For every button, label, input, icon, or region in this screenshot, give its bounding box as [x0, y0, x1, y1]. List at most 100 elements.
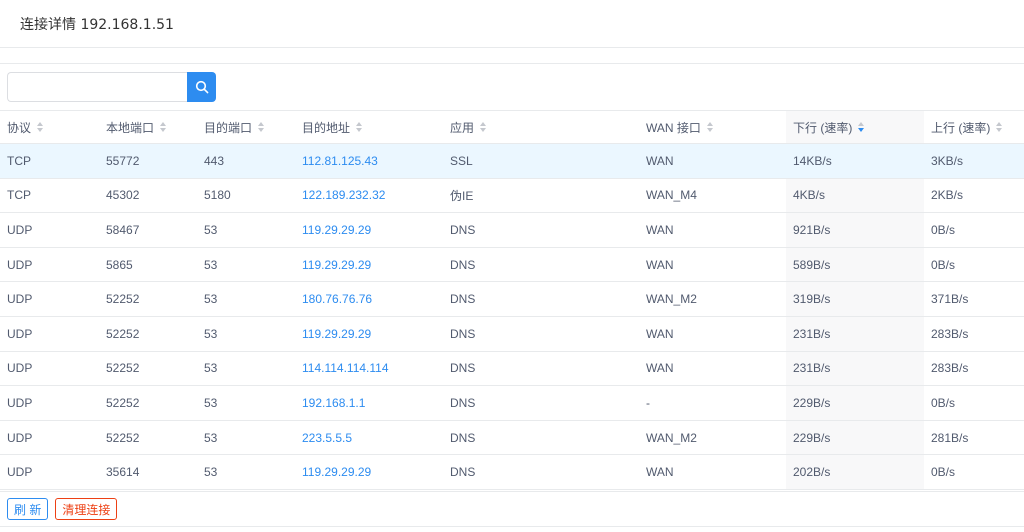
cell-application: DNS [450, 222, 476, 237]
cell-dest-address[interactable]: 192.168.1.1 [295, 386, 443, 420]
cell-dest-address[interactable]: 112.81.125.43 [295, 144, 443, 178]
cell-upload-rate: 0B/s [931, 465, 956, 480]
cell-upload-rate: 0B/s [931, 257, 956, 272]
column-header-download-rate[interactable]: 下行 (速率) [786, 111, 924, 143]
cell-dest-port: 5180 [204, 188, 231, 203]
cell-wan-interface: WAN [646, 465, 674, 480]
table-row[interactable]: UDP 58467 53 119.29.29.29 DNS WAN 921B/s 0B/s [0, 213, 1024, 248]
cell-wan-interface: WAN_M4 [646, 188, 697, 203]
cell-local-port: 45302 [106, 188, 140, 203]
cell-dest-port: 53 [204, 465, 218, 480]
cell-wan-interface: WAN [646, 257, 674, 272]
table-row[interactable]: UDP 52252 53 119.29.29.29 DNS WAN 231B/s 283B/s [0, 316, 1024, 352]
table-row[interactable]: TCP 45302 5180 122.189.232.32 伪IE WAN_M4 4KB/s… [0, 178, 1024, 214]
cell-download-rate: 202B/s [786, 455, 924, 489]
cell-dest-address[interactable]: 180.76.76.76 [295, 282, 443, 316]
cell-dest-address[interactable]: 114.114.114.114 [295, 352, 443, 386]
cell-upload-rate: 283B/s [931, 361, 969, 376]
search-bar [7, 72, 216, 102]
column-header-protocol[interactable]: 协议 [0, 111, 99, 143]
cell-upload-rate: 2KB/s [931, 188, 964, 203]
sort-icon[interactable] [160, 122, 167, 132]
sort-icon[interactable] [480, 122, 487, 132]
table-row[interactable]: UDP 52252 53 223.5.5.5 DNS WAN_M2 229B/s 281B/s [0, 420, 1024, 456]
cell-protocol: TCP [7, 153, 31, 168]
sort-icon-active[interactable] [858, 122, 865, 132]
table-row[interactable]: UDP 52252 53 180.76.76.76 DNS WAN_M2 319B/s 371… [0, 282, 1024, 317]
cell-download-rate: 319B/s [786, 282, 924, 316]
cell-download-rate: 231B/s [786, 351, 924, 386]
cell-protocol: UDP [7, 326, 33, 341]
sort-icon[interactable] [356, 122, 363, 132]
column-header-upload-rate[interactable]: 上行 (速率) [924, 111, 1024, 143]
clear-connections-button[interactable]: 清理连接 [55, 498, 118, 520]
table-row[interactable]: UDP 52252 53 192.168.1.1 DNS - 229B/s 0B/s [0, 386, 1024, 421]
sort-icon[interactable] [706, 122, 713, 132]
cell-wan-interface: WAN [646, 153, 674, 168]
column-header-application[interactable]: 应用 [443, 111, 639, 143]
sort-icon[interactable] [996, 122, 1003, 132]
cell-dest-address[interactable]: 223.5.5.5 [295, 421, 443, 455]
cell-protocol: UDP [7, 361, 33, 376]
cell-dest-address[interactable]: 119.29.29.29 [295, 248, 443, 282]
table-header: 协议 本地端口 目的端口 目的地址 应用 WAN 接口 下行 (速率) 上行 (… [0, 110, 1024, 144]
cell-local-port: 52252 [106, 395, 140, 410]
table-body: TCP 55772 443 112.81.125.43 SSL WAN 14KB/s 3KB/… [0, 144, 1024, 490]
cell-protocol: UDP [7, 465, 33, 480]
cell-dest-port: 53 [204, 257, 218, 272]
cell-dest-address[interactable]: 119.29.29.29 [295, 455, 443, 489]
cell-upload-rate: 371B/s [931, 292, 969, 307]
cell-application: 伪IE [450, 188, 474, 203]
cell-application: DNS [450, 257, 476, 272]
column-header-wan-interface[interactable]: WAN 接口 [639, 111, 786, 143]
cell-protocol: UDP [7, 395, 33, 410]
page-title: 连接详情 192.168.1.51 [20, 16, 174, 33]
cell-download-rate: 4KB/s [786, 178, 924, 213]
column-header-local-port[interactable]: 本地端口 [99, 111, 197, 143]
cell-protocol: UDP [7, 430, 33, 445]
cell-local-port: 55772 [106, 153, 140, 168]
column-header-dest-port[interactable]: 目的端口 [197, 111, 295, 143]
cell-wan-interface: WAN [646, 326, 674, 341]
cell-application: SSL [450, 153, 473, 168]
cell-dest-address[interactable]: 119.29.29.29 [295, 317, 443, 351]
cell-wan-interface: WAN [646, 222, 674, 237]
cell-protocol: UDP [7, 257, 33, 272]
cell-upload-rate: 281B/s [931, 430, 969, 445]
cell-local-port: 52252 [106, 292, 140, 307]
cell-dest-address[interactable]: 119.29.29.29 [295, 213, 443, 247]
cell-dest-port: 443 [204, 153, 225, 168]
cell-dest-port: 53 [204, 430, 218, 445]
cell-application: DNS [450, 361, 476, 376]
table-row[interactable]: UDP 5865 53 119.29.29.29 DNS WAN 589B/s 0B/s [0, 247, 1024, 283]
sort-icon[interactable] [37, 122, 44, 132]
page-header: 连接详情 192.168.1.51 [0, 0, 1024, 48]
cell-download-rate: 229B/s [786, 420, 924, 455]
refresh-button[interactable]: 刷 新 [7, 498, 49, 520]
table-footer: 刷 新 清理连接 [0, 491, 1024, 527]
cell-upload-rate: 3KB/s [931, 153, 964, 168]
cell-upload-rate: 0B/s [931, 222, 956, 237]
cell-wan-interface: WAN_M2 [646, 292, 697, 307]
table-row[interactable]: UDP 52252 53 114.114.114.114 DNS WAN 231B/s 283… [0, 351, 1024, 387]
column-header-dest-address[interactable]: 目的地址 [295, 111, 443, 143]
cell-wan-interface: WAN_M2 [646, 430, 697, 445]
search-button[interactable] [187, 72, 216, 102]
cell-application: DNS [450, 292, 476, 307]
connections-table: 协议 本地端口 目的端口 目的地址 应用 WAN 接口 下行 (速率) 上行 (… [0, 110, 1024, 490]
cell-local-port: 35614 [106, 465, 140, 480]
cell-dest-port: 53 [204, 395, 218, 410]
search-input[interactable] [7, 72, 187, 102]
sort-icon[interactable] [258, 122, 265, 132]
table-row[interactable]: TCP 55772 443 112.81.125.43 SSL WAN 14KB/s 3KB/… [0, 144, 1024, 179]
cell-application: DNS [450, 326, 476, 341]
cell-dest-address[interactable]: 122.189.232.32 [295, 179, 443, 213]
search-icon [195, 80, 208, 94]
cell-application: DNS [450, 465, 476, 480]
cell-local-port: 52252 [106, 361, 140, 376]
table-row[interactable]: UDP 35614 53 119.29.29.29 DNS WAN 202B/s 0B/s [0, 455, 1024, 490]
cell-local-port: 5865 [106, 257, 133, 272]
cell-dest-port: 53 [204, 222, 218, 237]
cell-dest-port: 53 [204, 292, 218, 307]
cell-protocol: TCP [7, 188, 31, 203]
